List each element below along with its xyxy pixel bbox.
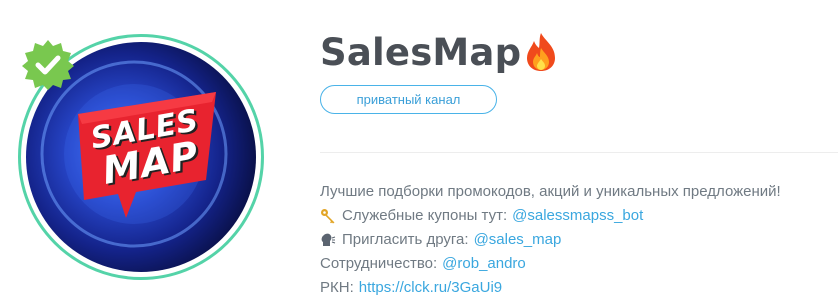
channel-description: Лучшие подборки промокодов, акций и уник… [320, 180, 835, 297]
key-icon [320, 208, 336, 224]
description-text: Служебные купоны тут: [342, 207, 508, 224]
verified-badge-icon [22, 38, 74, 90]
description-text: Сотрудничество: [320, 255, 438, 272]
bot-link[interactable]: @salessmapss_bot [512, 204, 643, 228]
speaking-head-icon [320, 232, 336, 248]
description-line: Лучшие подборки промокодов, акций и уник… [320, 180, 835, 204]
private-channel-badge: приватный канал [320, 85, 497, 114]
rkn-link[interactable]: https://clck.ru/3GaUi9 [359, 276, 502, 297]
fire-icon [523, 32, 559, 72]
contact-link[interactable]: @rob_andro [442, 252, 526, 276]
invite-link[interactable]: @sales_map [474, 228, 562, 252]
description-line: Служебные купоны тут: @salessmapss_bot [320, 204, 835, 228]
description-text: Лучшие подборки промокодов, акций и уник… [320, 183, 781, 200]
description-text: Пригласить друга: [342, 231, 469, 248]
description-text: РКН: [320, 279, 354, 296]
description-line: РКН: https://clck.ru/3GaUi9 [320, 276, 835, 297]
section-divider [320, 152, 838, 153]
description-line: Пригласить друга: @sales_map [320, 228, 835, 252]
description-line: Сотрудничество: @rob_andro [320, 252, 835, 276]
channel-title-row: SalesMap [320, 28, 559, 76]
channel-title: SalesMap [320, 30, 522, 74]
